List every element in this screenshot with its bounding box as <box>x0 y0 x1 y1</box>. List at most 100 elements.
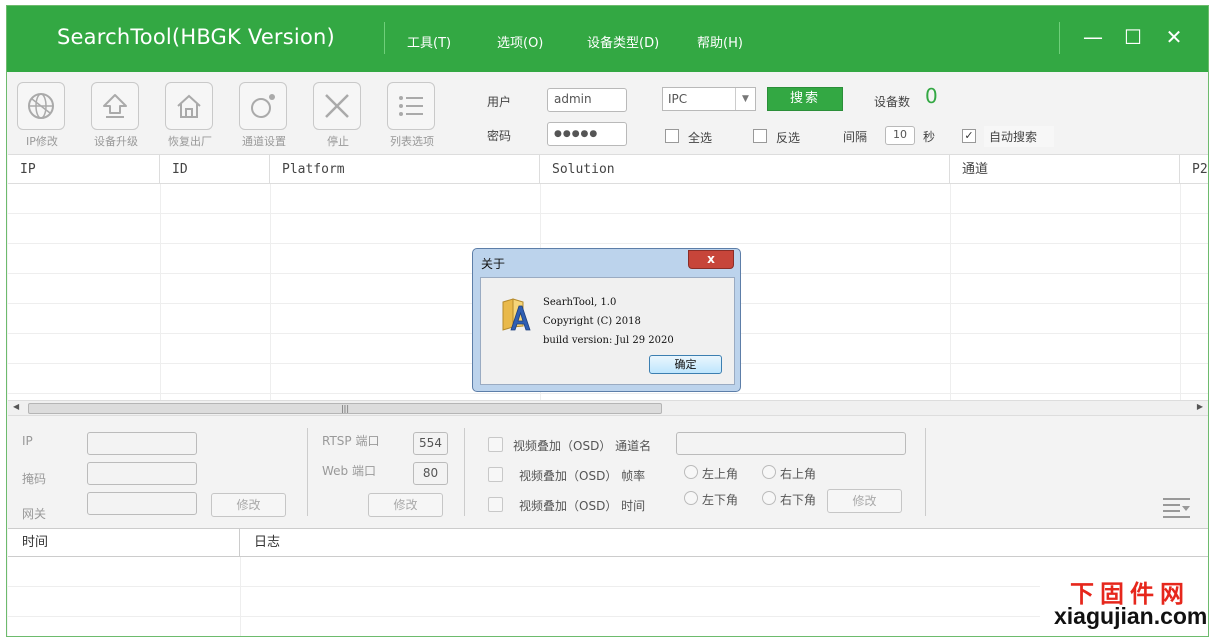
bottom-right-radio[interactable] <box>762 491 776 505</box>
panel-divider <box>925 428 926 516</box>
log-column-time[interactable]: 时间 <box>8 529 240 557</box>
chevron-down-icon: ▼ <box>735 88 755 110</box>
panel-divider <box>307 428 308 516</box>
list-options-tool[interactable]: 列表选项 <box>387 82 437 149</box>
column-divider <box>270 184 271 401</box>
stop-x-icon <box>325 94 349 118</box>
user-input[interactable]: admin <box>547 88 627 112</box>
interval-label: 间隔 <box>843 130 868 144</box>
scroll-right-icon[interactable]: ▶ <box>1197 402 1203 411</box>
modify-port-button[interactable]: 修改 <box>368 493 443 517</box>
gateway-input[interactable] <box>87 492 197 515</box>
channel-settings-tool[interactable]: 通道设置 <box>239 82 289 149</box>
top-right-radio[interactable] <box>762 465 776 479</box>
gateway-label: 网关 <box>22 507 47 521</box>
scrollbar-thumb[interactable]: ||| <box>28 403 662 414</box>
dialog-version-text: SearhTool, 1.0 <box>543 297 617 308</box>
log-column-log[interactable]: 日志 <box>240 529 1200 557</box>
top-left-radio[interactable] <box>684 465 698 479</box>
tool-label: 通道设置 <box>242 135 286 148</box>
close-button[interactable]: ✕ <box>1159 22 1189 52</box>
interval-input[interactable]: 10 <box>885 126 915 145</box>
menu-tools[interactable]: 工具(T) <box>407 32 451 51</box>
log-row[interactable] <box>8 557 1208 587</box>
column-divider <box>1180 184 1181 401</box>
device-count-label: 设备数 <box>874 95 911 109</box>
column-header-p2[interactable]: P2 <box>1180 155 1208 184</box>
about-dialog: 关于 x SearhTool, 1.0 Copyright (C) 2018 b… <box>472 248 741 392</box>
password-label: 密码 <box>487 129 512 143</box>
auto-search-label: 自动搜索 <box>984 126 1054 147</box>
column-header-channel[interactable]: 通道 <box>950 155 1180 184</box>
osd-name-input[interactable] <box>676 432 906 455</box>
watermark: 下固件网 xiagujian.com <box>1040 572 1208 636</box>
dialog-ok-button[interactable]: 确定 <box>649 355 722 374</box>
web-port-input[interactable]: 80 <box>413 462 448 485</box>
log-column-divider <box>240 557 241 636</box>
factory-reset-tool[interactable]: 恢复出厂 <box>165 82 215 149</box>
password-input[interactable]: ●●●●● <box>547 122 627 146</box>
maximize-button[interactable]: ☐ <box>1118 22 1148 52</box>
title-separator-right <box>1059 22 1060 54</box>
modify-osd-button[interactable]: 修改 <box>827 489 902 513</box>
web-port-label: Web 端口 <box>322 464 376 478</box>
column-header-solution[interactable]: Solution <box>540 155 950 184</box>
table-row[interactable] <box>8 184 1208 214</box>
dialog-copyright-text: Copyright (C) 2018 <box>543 316 641 327</box>
osd-name-checkbox[interactable] <box>488 437 503 452</box>
search-button[interactable]: 搜索 <box>767 87 843 111</box>
table-row[interactable] <box>8 214 1208 244</box>
checkmark-icon: ✓ <box>964 129 974 142</box>
osd-name-label: 视频叠加（OSD） 通道名 <box>513 439 652 453</box>
bottom-left-radio[interactable] <box>684 491 698 505</box>
device-upgrade-tool[interactable]: 设备升级 <box>91 82 141 149</box>
watermark-url-text: xiagujian.com <box>1054 603 1208 629</box>
rtsp-port-input[interactable]: 554 <box>413 432 448 455</box>
settings-panel: IP 掩码 网关 修改 RTSP 端口 554 Web 端口 80 修改 视频叠… <box>7 418 1208 526</box>
bottom-right-label: 右下角 <box>780 493 817 507</box>
horizontal-scrollbar[interactable]: ◀ ||| ▶ <box>8 400 1208 416</box>
dialog-title: 关于 <box>481 257 506 271</box>
channel-settings-icon <box>251 94 275 118</box>
osd-rate-checkbox[interactable] <box>488 467 503 482</box>
app-folder-icon <box>502 298 531 331</box>
list-settings-icon[interactable] <box>1162 496 1192 520</box>
panel-divider <box>464 428 465 516</box>
tool-label: 列表选项 <box>390 135 434 148</box>
title-separator <box>384 22 385 54</box>
column-header-platform[interactable]: Platform <box>270 155 540 184</box>
dialog-build-text: build version: Jul 29 2020 <box>543 335 674 346</box>
minimize-button[interactable]: — <box>1078 22 1108 52</box>
menu-device-type[interactable]: 设备类型(D) <box>587 32 659 51</box>
menu-options[interactable]: 选项(O) <box>497 32 543 51</box>
dialog-close-button[interactable]: x <box>688 250 734 269</box>
mask-input[interactable] <box>87 462 197 485</box>
select-all-checkbox[interactable] <box>665 129 679 143</box>
tool-label: 设备升级 <box>94 135 138 148</box>
log-row[interactable] <box>8 617 1208 636</box>
column-header-id[interactable]: ID <box>160 155 270 184</box>
modify-network-button[interactable]: 修改 <box>211 493 286 517</box>
tool-label: 恢复出厂 <box>168 135 212 148</box>
top-left-label: 左上角 <box>702 467 739 481</box>
column-divider <box>950 184 951 401</box>
tool-label: 停止 <box>327 135 349 148</box>
menu-help[interactable]: 帮助(H) <box>697 32 743 51</box>
log-row[interactable] <box>8 587 1208 617</box>
scroll-left-icon[interactable]: ◀ <box>13 402 19 411</box>
device-type-select[interactable]: IPC ▼ <box>662 87 756 111</box>
app-title: SearchTool(HBGK Version) <box>57 25 335 49</box>
auto-search-checkbox[interactable]: ✓ <box>962 129 976 143</box>
invert-select-checkbox[interactable] <box>753 129 767 143</box>
column-header-ip[interactable]: IP <box>8 155 160 184</box>
interval-unit: 秒 <box>923 130 936 144</box>
ip-input[interactable] <box>87 432 197 455</box>
ip-modify-tool[interactable]: IP修改 <box>17 82 67 149</box>
log-header: 时间 日志 <box>8 529 1208 557</box>
bottom-left-label: 左下角 <box>702 493 739 507</box>
upload-arrow-icon <box>103 94 127 118</box>
osd-time-checkbox[interactable] <box>488 497 503 512</box>
stop-tool[interactable]: 停止 <box>313 82 363 149</box>
list-icon <box>399 96 423 116</box>
ip-label: IP <box>22 434 33 448</box>
